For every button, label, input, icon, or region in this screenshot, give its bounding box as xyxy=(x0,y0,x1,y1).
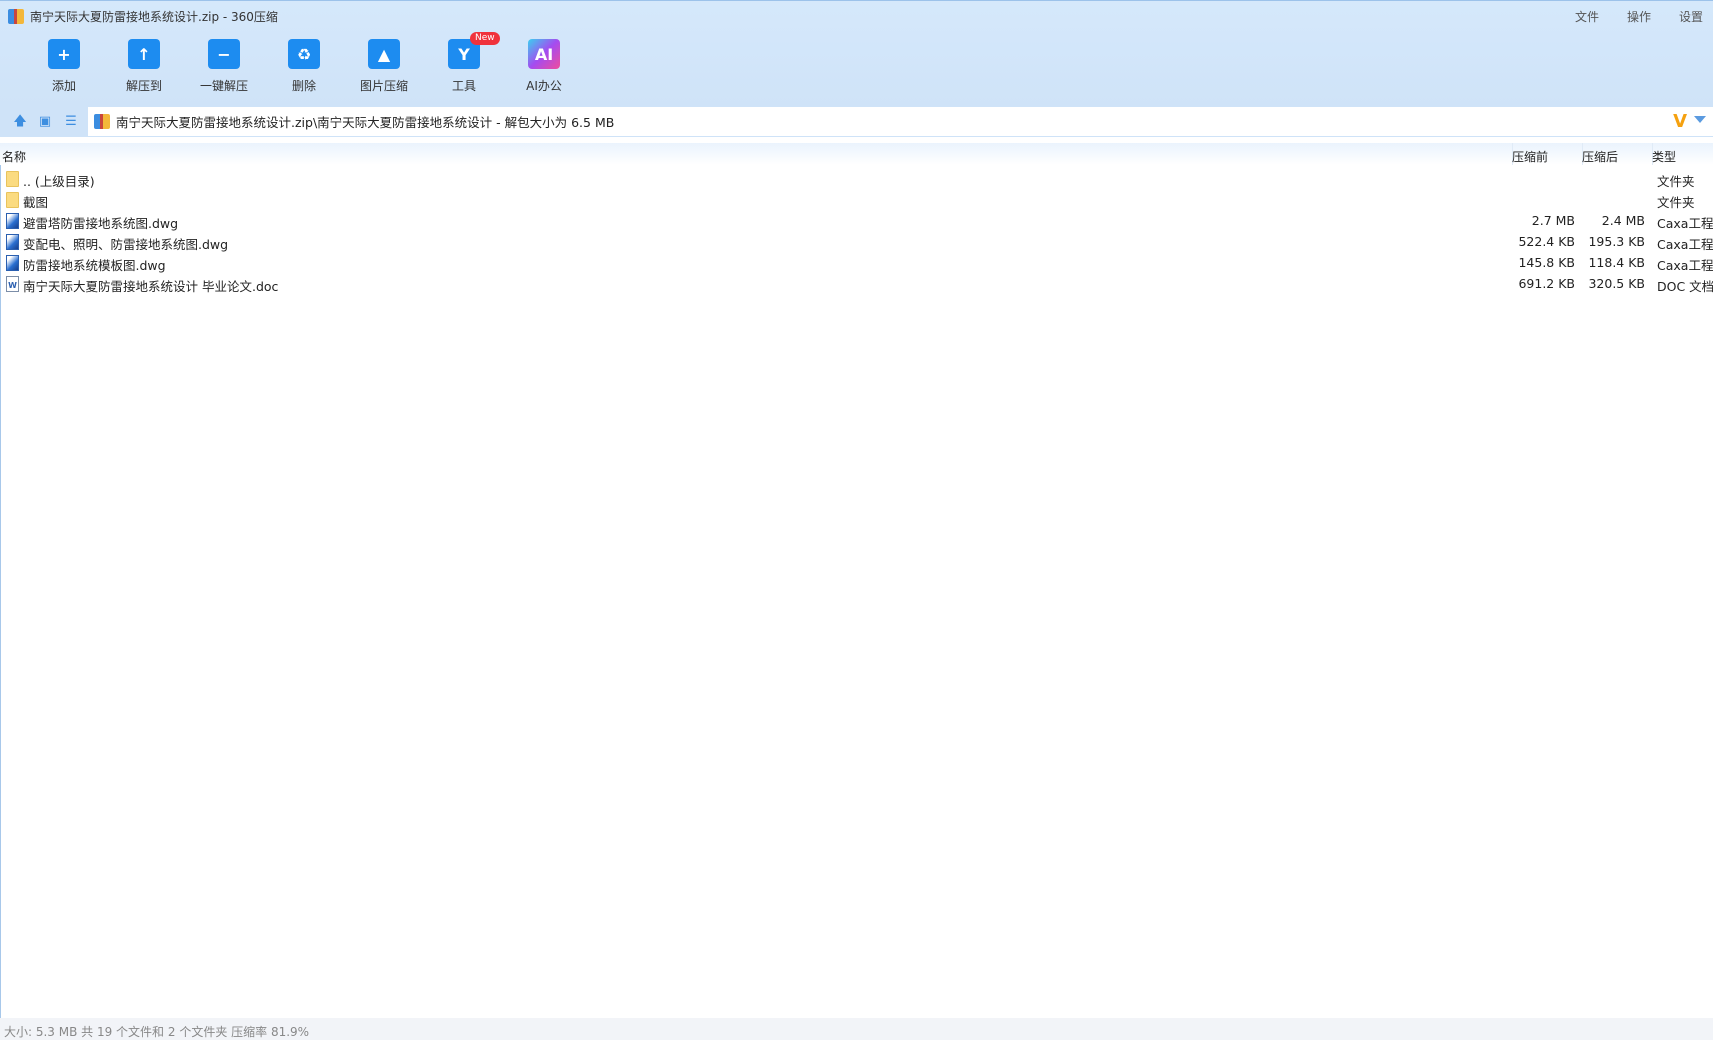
file-size-before: 522.4 KB xyxy=(1518,234,1575,249)
new-badge: New xyxy=(470,32,500,45)
file-size-after: 2.4 MB xyxy=(1601,213,1645,228)
file-size-after: 320.5 KB xyxy=(1588,276,1645,291)
toolbar-button-4[interactable]: ▲ 图片压缩 xyxy=(344,39,424,94)
file-type: Caxa工程图 xyxy=(1657,237,1713,252)
menu-operate[interactable]: 操作 xyxy=(1627,8,1651,25)
toolbar-label: 图片压缩 xyxy=(359,79,408,93)
title-toolbar-area: 南宁天际大夏防雷接地系统设计.zip - 360压缩 文件 操作 设置 + 添加 ↑… xyxy=(0,0,1713,107)
zip-icon xyxy=(8,9,24,24)
file-name: 避雷塔防雷接地系统图.dwg xyxy=(23,216,179,231)
folder-icon xyxy=(6,192,19,208)
v-logo-icon[interactable]: V xyxy=(1673,111,1687,132)
file-size-after: 118.4 KB xyxy=(1588,255,1645,270)
toolbar-button-0[interactable]: + 添加 xyxy=(24,39,104,94)
toolbar-button-1[interactable]: ↑ 解压到 xyxy=(104,39,184,94)
toolbar-label: 工具 xyxy=(451,79,476,93)
toolbar-label: 解压到 xyxy=(125,79,162,93)
file-name: 南宁天际大夏防雷接地系统设计 毕业论文.doc xyxy=(23,279,279,294)
file-name: 变配电、照明、防雷接地系统图.dwg xyxy=(23,237,229,252)
toolbar-icon: − xyxy=(208,39,240,69)
file-size-before: 145.8 KB xyxy=(1518,255,1575,270)
dwg-icon xyxy=(6,213,19,229)
toolbar-icon: + xyxy=(48,39,80,69)
file-type: Caxa工程图 xyxy=(1657,258,1713,273)
column-name[interactable]: 名称 xyxy=(2,148,26,165)
column-type[interactable]: 类型 xyxy=(1652,148,1676,165)
dropdown-arrow-icon[interactable] xyxy=(1694,116,1706,123)
toolbar-icon: ♻ xyxy=(288,39,320,69)
up-arrow-icon[interactable]: 🡅 xyxy=(12,114,28,130)
address-path: 南宁天际大夏防雷接地系统设计.zip\南宁天际大夏防雷接地系统设计 - 解包大小… xyxy=(116,115,615,130)
toolbar: + 添加 ↑ 解压到 − 一键解压 ♻ 删除 ▲ 图片压缩 Y New 工具 AI AI办公 xyxy=(24,32,584,94)
dwg-icon xyxy=(6,234,19,250)
toolbar-label: 一键解压 xyxy=(199,79,248,93)
toolbar-icon: AI xyxy=(528,39,560,69)
file-row[interactable]: 防雷接地系统模板图.dwg 145.8 KB 118.4 KB Caxa工程图 xyxy=(0,252,1713,273)
thumbnail-view-icon[interactable]: ▣ xyxy=(37,114,53,130)
window-title: 南宁天际大夏防雷接地系统设计.zip - 360压缩 xyxy=(8,8,278,25)
file-name: 截图 xyxy=(23,195,49,210)
file-size-before: 691.2 KB xyxy=(1518,276,1575,291)
menu-settings[interactable]: 设置 xyxy=(1679,8,1703,25)
file-type: DOC 文档 xyxy=(1657,279,1713,294)
toolbar-icon: ↑ xyxy=(128,39,160,69)
file-type: 文件夹 xyxy=(1657,195,1695,210)
toolbar-label: 删除 xyxy=(291,79,316,93)
column-header: 名称 压缩前 压缩后 类型 xyxy=(0,143,1713,165)
list-view-icon[interactable]: ☰ xyxy=(63,114,79,130)
file-row[interactable]: 避雷塔防雷接地系统图.dwg 2.7 MB 2.4 MB Caxa工程图 xyxy=(0,210,1713,231)
column-before[interactable]: 压缩前 xyxy=(1512,148,1548,165)
toolbar-label: 添加 xyxy=(51,79,76,93)
address-bar[interactable]: 南宁天际大夏防雷接地系统设计.zip\南宁天际大夏防雷接地系统设计 - 解包大小… xyxy=(88,107,1713,136)
file-name: .. (上级目录) xyxy=(23,174,95,189)
doc-icon: W xyxy=(6,276,19,292)
toolbar-button-5[interactable]: Y New 工具 xyxy=(424,32,504,94)
toolbar-button-6[interactable]: AI AI办公 xyxy=(504,39,584,94)
toolbar-button-2[interactable]: − 一键解压 xyxy=(184,39,264,94)
file-row[interactable]: 截图 文件夹 xyxy=(0,189,1713,210)
file-type: 文件夹 xyxy=(1657,174,1695,189)
zip-icon xyxy=(94,114,110,129)
menu-file[interactable]: 文件 xyxy=(1575,8,1599,25)
dwg-icon xyxy=(6,255,19,271)
toolbar-icon: ▲ xyxy=(368,39,400,69)
file-row[interactable]: .. (上级目录) 文件夹 xyxy=(0,168,1713,189)
file-type: Caxa工程图 xyxy=(1657,216,1713,231)
toolbar-label: AI办公 xyxy=(526,79,562,93)
navigation-bar: 🡅 ▣ ☰ 南宁天际大夏防雷接地系统设计.zip\南宁天际大夏防雷接地系统设计 … xyxy=(0,107,1713,137)
folder-icon xyxy=(6,171,19,187)
status-bar: 大小: 5.3 MB 共 19 个文件和 2 个文件夹 压缩率 81.9% xyxy=(0,1018,1713,1040)
file-name: 防雷接地系统模板图.dwg xyxy=(23,258,166,273)
toolbar-button-3[interactable]: ♻ 删除 xyxy=(264,39,344,94)
file-row[interactable]: 变配电、照明、防雷接地系统图.dwg 522.4 KB 195.3 KB Cax… xyxy=(0,231,1713,252)
file-row[interactable]: W 南宁天际大夏防雷接地系统设计 毕业论文.doc 691.2 KB 320.5… xyxy=(0,273,1713,294)
file-size-after: 195.3 KB xyxy=(1588,234,1645,249)
column-after[interactable]: 压缩后 xyxy=(1582,148,1618,165)
menu-bar: 文件 操作 设置 xyxy=(1575,8,1703,25)
file-size-before: 2.7 MB xyxy=(1531,213,1575,228)
